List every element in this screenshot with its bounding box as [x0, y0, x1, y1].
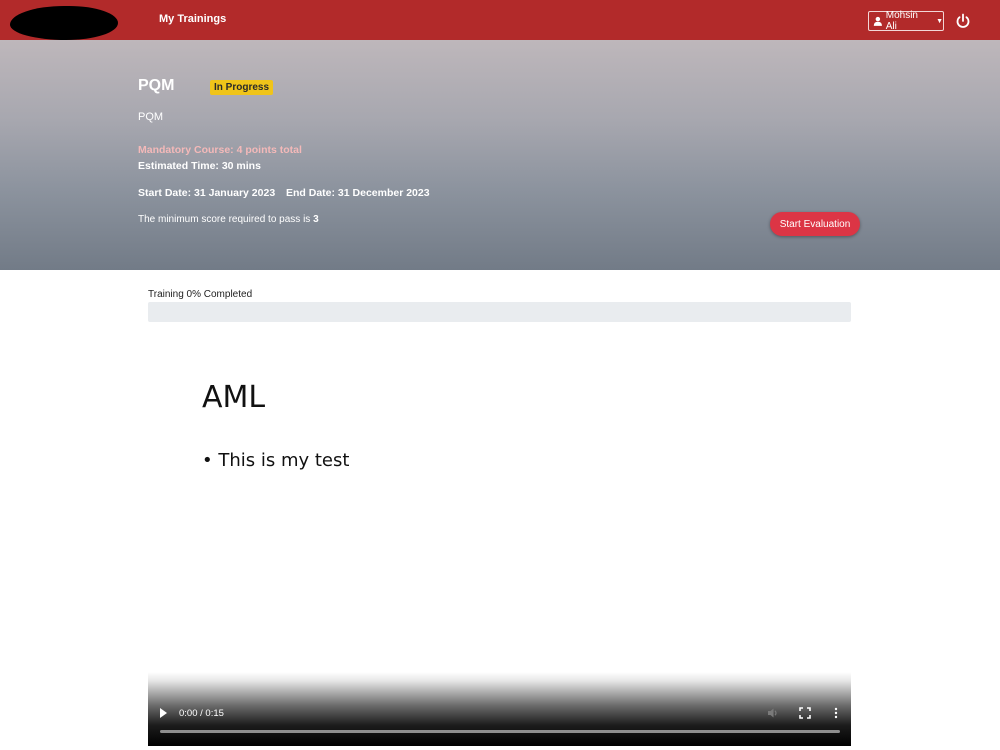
volume-icon[interactable]	[767, 707, 779, 719]
training-progress-bar	[148, 302, 851, 322]
fullscreen-icon[interactable]	[799, 707, 811, 719]
more-options-icon[interactable]	[832, 707, 840, 719]
min-score-label: The minimum score required to pass is	[138, 214, 314, 225]
start-date: Start Date: 31 January 2023	[138, 187, 276, 199]
min-score-text: The minimum score required to pass is 3	[138, 214, 319, 225]
top-navbar: My Trainings Mohsin Ali ▼	[0, 0, 1000, 40]
mandatory-course-text: Mandatory Course: 4 points total	[138, 144, 302, 156]
min-score-value: 3	[313, 214, 319, 225]
course-header: PQM In Progress PQM Mandatory Course: 4 …	[0, 40, 1000, 270]
chevron-down-icon: ▼	[936, 17, 943, 25]
estimated-time: Estimated Time: 30 mins	[138, 160, 261, 172]
slide-title: AML	[202, 380, 266, 415]
play-icon[interactable]	[160, 708, 167, 718]
user-icon	[873, 16, 882, 26]
video-player[interactable]: 0:00 / 0:15	[148, 672, 851, 746]
logo[interactable]	[10, 6, 118, 40]
nav-my-trainings-link[interactable]: My Trainings	[159, 13, 226, 25]
end-date: End Date: 31 December 2023	[286, 187, 430, 199]
course-title: PQM	[138, 77, 175, 94]
course-subtitle: PQM	[138, 111, 164, 123]
user-name: Mohsin Ali	[885, 10, 918, 32]
video-time: 0:00 / 0:15	[179, 708, 224, 719]
power-icon[interactable]	[955, 13, 971, 29]
user-menu-button[interactable]: Mohsin Ali ▼	[868, 10, 944, 32]
start-evaluation-button[interactable]: Start Evaluation	[770, 212, 860, 236]
progress-label: Training 0% Completed	[148, 289, 253, 300]
slide-bullet: • This is my test	[202, 450, 350, 471]
video-seek-bar[interactable]	[160, 730, 840, 733]
status-badge: In Progress	[210, 80, 274, 95]
